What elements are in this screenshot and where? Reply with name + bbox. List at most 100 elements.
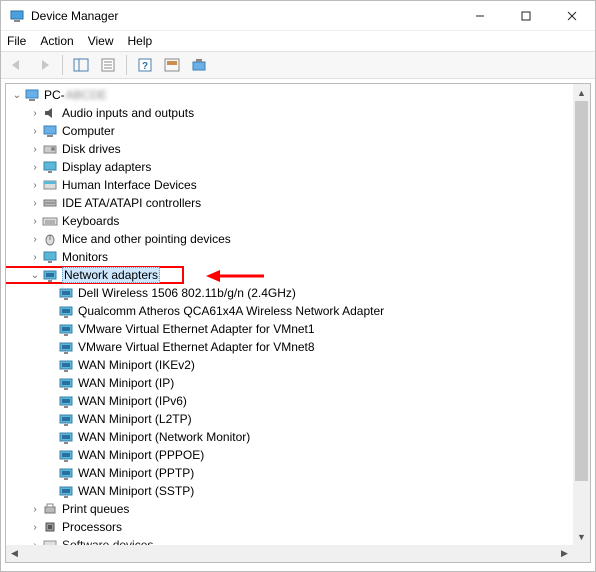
node-software-devices[interactable]: › Software devices <box>6 536 573 545</box>
network-icon <box>42 267 58 283</box>
caret-collapsed-icon[interactable]: › <box>28 504 42 515</box>
network-adapter-icon <box>58 357 74 373</box>
close-button[interactable] <box>549 1 595 31</box>
node-network-item[interactable]: VMware Virtual Ethernet Adapter for VMne… <box>6 320 573 338</box>
node-network-item[interactable]: WAN Miniport (SSTP) <box>6 482 573 500</box>
title-bar: Device Manager <box>1 1 595 31</box>
caret-collapsed-icon[interactable]: › <box>28 198 42 209</box>
audio-icon <box>42 105 58 121</box>
caret-collapsed-icon[interactable]: › <box>28 252 42 263</box>
properties-button[interactable] <box>96 54 120 76</box>
network-adapter-icon <box>58 483 74 499</box>
disk-icon <box>42 141 58 157</box>
scroll-corner <box>573 545 590 562</box>
node-print-queues[interactable]: › Print queues <box>6 500 573 518</box>
keyboard-icon <box>42 213 58 229</box>
node-label: WAN Miniport (L2TP) <box>78 412 192 426</box>
caret-collapsed-icon[interactable]: › <box>28 126 42 137</box>
minimize-button[interactable] <box>457 1 503 31</box>
blurred-suffix: ABCDE <box>66 88 107 102</box>
node-display[interactable]: › Display adapters <box>6 158 573 176</box>
node-label: WAN Miniport (PPTP) <box>78 466 194 480</box>
node-label: WAN Miniport (IP) <box>78 376 174 390</box>
scroll-right-icon[interactable]: ▶ <box>556 545 573 562</box>
node-network-item[interactable]: WAN Miniport (PPPOE) <box>6 446 573 464</box>
caret-collapsed-icon[interactable]: › <box>28 144 42 155</box>
network-adapter-icon <box>58 429 74 445</box>
toolbar: ? <box>1 51 595 79</box>
scroll-up-icon[interactable]: ▲ <box>573 84 590 101</box>
caret-collapsed-icon[interactable]: › <box>28 162 42 173</box>
scan-hardware-button[interactable] <box>187 54 211 76</box>
scroll-track[interactable] <box>23 545 556 562</box>
menu-help[interactable]: Help <box>128 34 153 48</box>
svg-text:?: ? <box>142 61 148 72</box>
node-mice[interactable]: › Mice and other pointing devices <box>6 230 573 248</box>
node-network-item[interactable]: WAN Miniport (L2TP) <box>6 410 573 428</box>
node-label: Keyboards <box>62 214 119 228</box>
menu-view[interactable]: View <box>88 34 114 48</box>
node-root[interactable]: ⌄ PC- ABCDE <box>6 86 573 104</box>
scroll-thumb[interactable] <box>575 101 588 481</box>
node-network-item[interactable]: WAN Miniport (IPv6) <box>6 392 573 410</box>
node-label: WAN Miniport (Network Monitor) <box>78 430 250 444</box>
node-label: WAN Miniport (SSTP) <box>78 484 194 498</box>
show-hide-console-button[interactable] <box>69 54 93 76</box>
scroll-left-icon[interactable]: ◀ <box>6 545 23 562</box>
node-label: VMware Virtual Ethernet Adapter for VMne… <box>78 340 315 354</box>
vertical-scrollbar[interactable]: ▲ ▼ <box>573 84 590 545</box>
scroll-track[interactable] <box>573 101 590 528</box>
node-network-item[interactable]: WAN Miniport (IKEv2) <box>6 356 573 374</box>
ide-icon <box>42 195 58 211</box>
display-icon <box>42 159 58 175</box>
scroll-down-icon[interactable]: ▼ <box>573 528 590 545</box>
monitor-icon <box>42 249 58 265</box>
caret-collapsed-icon[interactable]: › <box>28 234 42 245</box>
node-label: Computer <box>62 124 115 138</box>
node-disk[interactable]: › Disk drives <box>6 140 573 158</box>
menu-action[interactable]: Action <box>40 34 73 48</box>
mouse-icon <box>42 231 58 247</box>
network-adapter-icon <box>58 321 74 337</box>
node-network-adapters[interactable]: ⌄ Network adapters <box>6 266 184 284</box>
maximize-button[interactable] <box>503 1 549 31</box>
horizontal-scrollbar[interactable]: ◀ ▶ <box>6 545 573 562</box>
toolbar-separator <box>62 55 63 75</box>
help-button[interactable]: ? <box>133 54 157 76</box>
node-label: Monitors <box>62 250 108 264</box>
network-adapter-icon <box>58 303 74 319</box>
app-icon <box>9 8 25 24</box>
node-hid[interactable]: › Human Interface Devices <box>6 176 573 194</box>
caret-expanded-icon[interactable]: ⌄ <box>10 90 24 101</box>
node-ide[interactable]: › IDE ATA/ATAPI controllers <box>6 194 573 212</box>
node-computer[interactable]: › Computer <box>6 122 573 140</box>
node-keyboards[interactable]: › Keyboards <box>6 212 573 230</box>
caret-collapsed-icon[interactable]: › <box>28 216 42 227</box>
node-network-item[interactable]: Dell Wireless 1506 802.11b/g/n (2.4GHz) <box>6 284 573 302</box>
menu-file[interactable]: File <box>7 34 26 48</box>
node-network-item[interactable]: WAN Miniport (PPTP) <box>6 464 573 482</box>
node-processors[interactable]: › Processors <box>6 518 573 536</box>
node-network-item[interactable]: WAN Miniport (Network Monitor) <box>6 428 573 446</box>
node-label: Processors <box>62 520 122 534</box>
node-label: Human Interface Devices <box>62 178 197 192</box>
node-label: Mice and other pointing devices <box>62 232 231 246</box>
window-buttons <box>457 1 595 31</box>
node-network-item[interactable]: VMware Virtual Ethernet Adapter for VMne… <box>6 338 573 356</box>
node-audio[interactable]: › Audio inputs and outputs <box>6 104 573 122</box>
caret-collapsed-icon[interactable]: › <box>28 522 42 533</box>
caret-collapsed-icon[interactable]: › <box>28 180 42 191</box>
forward-button[interactable] <box>32 54 56 76</box>
node-label: IDE ATA/ATAPI controllers <box>62 196 201 210</box>
computer-icon <box>42 123 58 139</box>
caret-expanded-icon[interactable]: ⌄ <box>28 270 42 281</box>
device-tree[interactable]: ⌄ PC- ABCDE › Audio inputs and outputs ›… <box>6 84 573 545</box>
caret-collapsed-icon[interactable]: › <box>28 108 42 119</box>
printer-icon <box>42 501 58 517</box>
node-network-item[interactable]: WAN Miniport (IP) <box>6 374 573 392</box>
toolbar-separator <box>126 55 127 75</box>
node-monitors[interactable]: › Monitors <box>6 248 573 266</box>
node-network-item[interactable]: Qualcomm Atheros QCA61x4A Wireless Netwo… <box>6 302 573 320</box>
scan-button[interactable] <box>160 54 184 76</box>
back-button[interactable] <box>5 54 29 76</box>
